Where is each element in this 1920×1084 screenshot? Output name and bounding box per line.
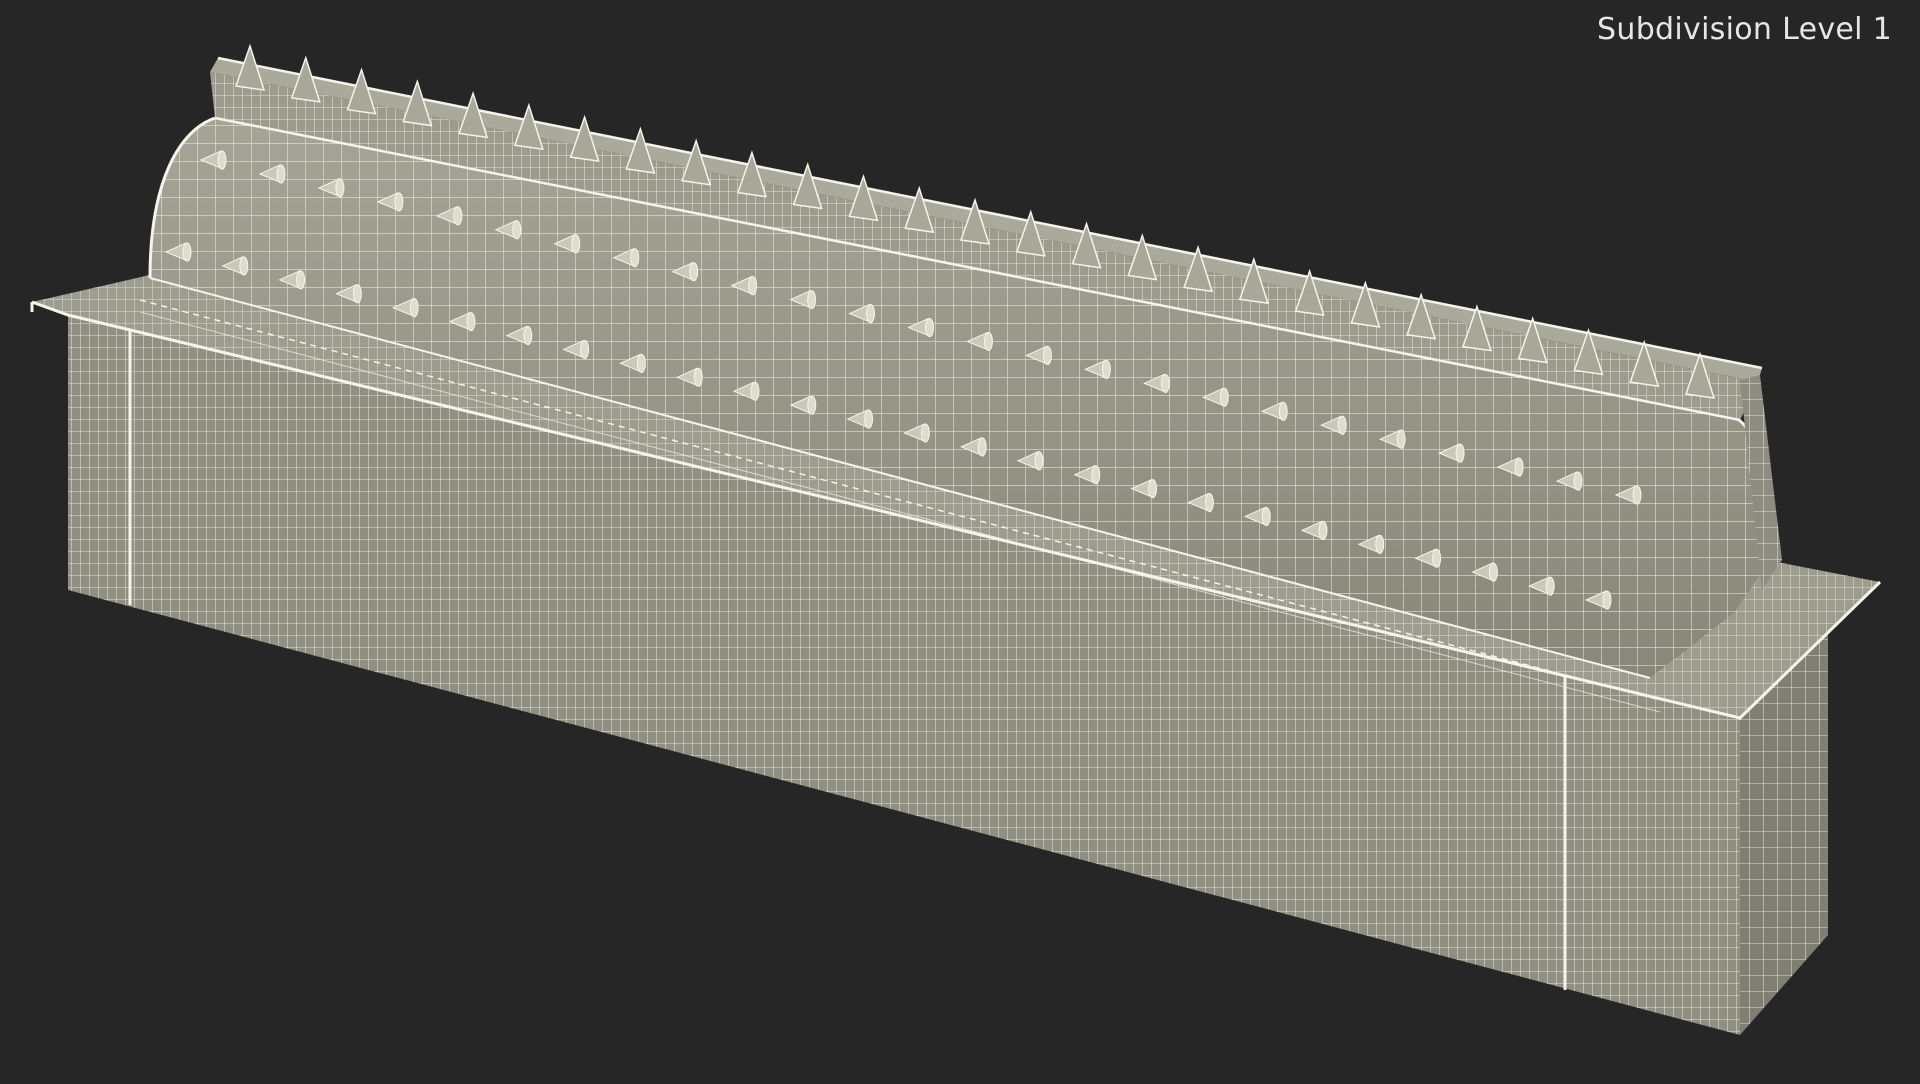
wireframe-model: [30, 43, 1882, 1035]
subdivision-level-label: Subdivision Level 1: [1597, 12, 1892, 47]
model-viewport[interactable]: Subdivision Level 1: [0, 0, 1920, 1080]
